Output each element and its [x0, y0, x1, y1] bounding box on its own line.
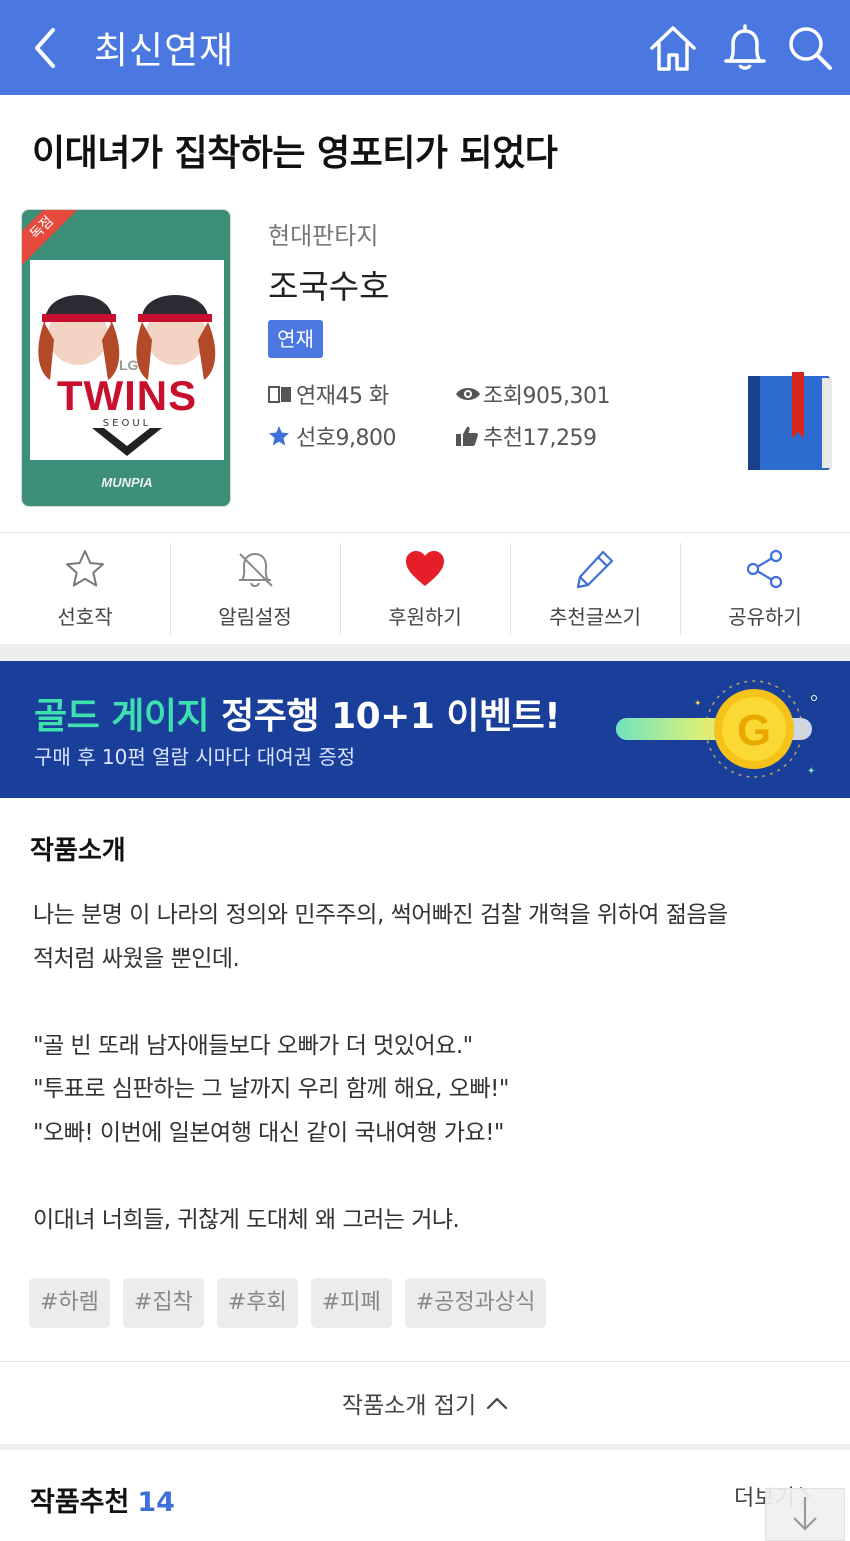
- arrow-down-icon: [790, 1493, 820, 1537]
- fold-intro-label: 작품소개 접기: [341, 1393, 477, 1419]
- donate-label: 후원하기: [388, 605, 462, 629]
- banner-subtext: 구매 후 10편 열람 시마다 대여권 증정: [34, 745, 356, 769]
- genre-label: 현대판타지: [268, 222, 379, 250]
- gold-gauge-icon: G ✦ ✦: [616, 680, 817, 778]
- tag-chip[interactable]: #후회: [216, 1278, 298, 1328]
- recommend-count-badge: 14: [137, 1487, 175, 1518]
- favorite-count-text: 선호9,800: [296, 426, 396, 451]
- top-bar: 최신연재: [0, 0, 850, 95]
- view-count-text: 조회905,301: [483, 384, 610, 409]
- page-title: 최신연재: [94, 29, 235, 72]
- tag-list: #하렘 #집착 #후회 #피폐 #공정과상식: [29, 1278, 559, 1328]
- share-icon: [743, 547, 787, 591]
- home-icon[interactable]: [647, 22, 699, 74]
- intro-line: "투표로 심판하는 그 날까지 우리 함께 해요, 오빠!": [33, 1076, 509, 1102]
- author-name[interactable]: 조국수호: [268, 260, 389, 308]
- tag-chip[interactable]: #공정과상식: [404, 1278, 547, 1328]
- episode-count: 연재45 화: [268, 378, 389, 410]
- star-outline-icon: [63, 547, 107, 591]
- cover-logo-sub: SEOUL: [102, 418, 152, 429]
- recommend-title-text: 작품추천: [30, 1487, 130, 1518]
- gauge-letter: G: [737, 706, 771, 755]
- recommend-count: 추천17,259: [455, 420, 597, 452]
- cover-art: LG TWINS SEOUL: [30, 260, 224, 460]
- recommend-title: 작품추천 14: [30, 1480, 175, 1519]
- intro-text: 나는 분명 이 나라의 정의와 민주주의, 썩어빠진 검찰 개혁을 위하여 젊음…: [33, 894, 823, 1242]
- notification-label: 알림설정: [218, 605, 292, 629]
- tag-chip[interactable]: #하렘: [29, 1278, 110, 1328]
- tag-chip[interactable]: #피폐: [310, 1278, 392, 1328]
- view-count: 조회905,301: [455, 378, 610, 410]
- thumbs-up-icon: [455, 424, 481, 448]
- bookmark-book-icon[interactable]: [746, 372, 836, 474]
- section-separator: [0, 1444, 850, 1450]
- bell-off-icon: [233, 547, 277, 591]
- recommend-count-text: 추천17,259: [483, 426, 597, 451]
- section-separator: [0, 644, 850, 661]
- cover-image[interactable]: 독점 LG TWINS SEOUL MUNPIA: [21, 209, 231, 507]
- donate-button[interactable]: 후원하기: [340, 533, 510, 644]
- banner-headline-text: 정주행 10+1 이벤트!: [209, 696, 561, 737]
- tag-chip[interactable]: #집착: [122, 1278, 204, 1328]
- fold-intro-button[interactable]: 작품소개 접기: [0, 1362, 850, 1444]
- star-icon: [268, 424, 294, 448]
- svg-text:LG: LG: [119, 357, 139, 373]
- novel-title: 이대녀가 집착하는 영포티가 되었다: [32, 133, 558, 174]
- scroll-down-button[interactable]: [765, 1488, 845, 1541]
- cover-brand: MUNPIA: [101, 475, 153, 490]
- favorite-button[interactable]: 선호작: [0, 533, 170, 644]
- intro-line: [33, 1155, 823, 1199]
- chevron-up-icon: [486, 1396, 508, 1410]
- eye-icon: [455, 382, 481, 406]
- intro-line: 적처럼 싸웠을 뿐인데.: [33, 945, 240, 972]
- bell-icon[interactable]: [719, 22, 771, 74]
- svg-text:✦: ✦: [807, 766, 815, 777]
- action-bar: 선호작 알림설정 후원하기 추천글쓰기 공유하기: [0, 533, 850, 644]
- favorite-count: 선호9,800: [268, 420, 396, 452]
- intro-line: "오빠! 이번에 일본여행 대신 같이 국내여행 가요!": [33, 1119, 505, 1146]
- cover-logo-text: TWINS: [56, 372, 198, 419]
- intro-line: [33, 981, 823, 1025]
- pencil-icon: [573, 547, 617, 591]
- share-label: 공유하기: [728, 605, 802, 629]
- banner-headline: 골드 게이지 정주행 10+1 이벤트!: [34, 687, 561, 739]
- favorite-label: 선호작: [57, 605, 113, 629]
- write-review-label: 추천글쓰기: [549, 605, 641, 629]
- back-arrow-icon[interactable]: [28, 24, 64, 72]
- share-button[interactable]: 공유하기: [680, 533, 850, 644]
- svg-text:✦: ✦: [694, 699, 702, 709]
- intro-line: "골 빈 또래 남자애들보다 오빠가 더 멋있어요.": [33, 1032, 473, 1059]
- intro-line: 이대녀 너희들, 귀찮게 도대체 왜 그러는 거냐.: [33, 1206, 460, 1233]
- notification-button[interactable]: 알림설정: [170, 533, 340, 644]
- search-icon[interactable]: [784, 22, 836, 74]
- heart-icon: [403, 547, 447, 591]
- banner-highlight: 골드 게이지: [34, 696, 210, 737]
- intro-line: 나는 분명 이 나라의 정의와 민주주의, 썩어빠진 검찰 개혁을 위하여 젊음…: [33, 902, 728, 928]
- status-badge: 연재: [268, 320, 323, 358]
- write-review-button[interactable]: 추천글쓰기: [510, 533, 680, 644]
- episode-count-text: 연재45 화: [296, 384, 389, 409]
- intro-title: 작품소개: [30, 836, 126, 866]
- book-open-icon: [268, 382, 294, 406]
